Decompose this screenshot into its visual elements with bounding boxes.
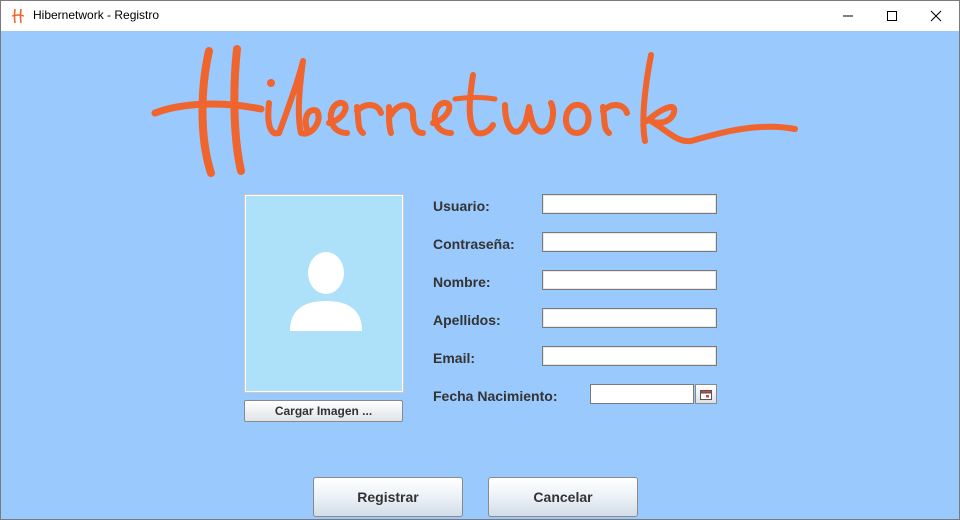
- birthdate-field[interactable]: [590, 384, 694, 404]
- maximize-icon: [886, 10, 898, 22]
- load-image-button[interactable]: Cargar Imagen ...: [244, 400, 403, 422]
- profile-photo-placeholder: [244, 194, 404, 393]
- password-label: Contraseña:: [433, 236, 515, 252]
- user-icon: [288, 247, 364, 337]
- surnames-field[interactable]: [542, 308, 717, 328]
- close-icon: [930, 10, 942, 22]
- birthdate-label: Fecha Nacimiento:: [433, 388, 558, 404]
- registration-window: Hibernetwork - Registro Cargar Imagen ..…: [0, 0, 960, 520]
- email-field[interactable]: [542, 346, 717, 366]
- hibernetwork-logo: [151, 41, 811, 181]
- surnames-label: Apellidos:: [433, 312, 501, 328]
- title-bar[interactable]: Hibernetwork - Registro: [1, 1, 959, 31]
- close-button[interactable]: [913, 1, 959, 31]
- register-button[interactable]: Registrar: [313, 477, 463, 517]
- name-field[interactable]: [542, 270, 717, 290]
- email-label: Email:: [433, 350, 476, 366]
- calendar-button[interactable]: [695, 384, 717, 404]
- name-label: Nombre:: [433, 274, 491, 290]
- window-title: Hibernetwork - Registro: [33, 8, 160, 22]
- username-label: Usuario:: [433, 198, 490, 214]
- minimize-button[interactable]: [825, 1, 871, 31]
- password-field[interactable]: [542, 232, 717, 252]
- maximize-button[interactable]: [869, 1, 915, 31]
- calendar-icon: [700, 385, 712, 404]
- app-icon: [11, 8, 25, 24]
- cancel-button[interactable]: Cancelar: [488, 477, 638, 517]
- minimize-icon: [842, 10, 854, 22]
- username-field[interactable]: [542, 194, 717, 214]
